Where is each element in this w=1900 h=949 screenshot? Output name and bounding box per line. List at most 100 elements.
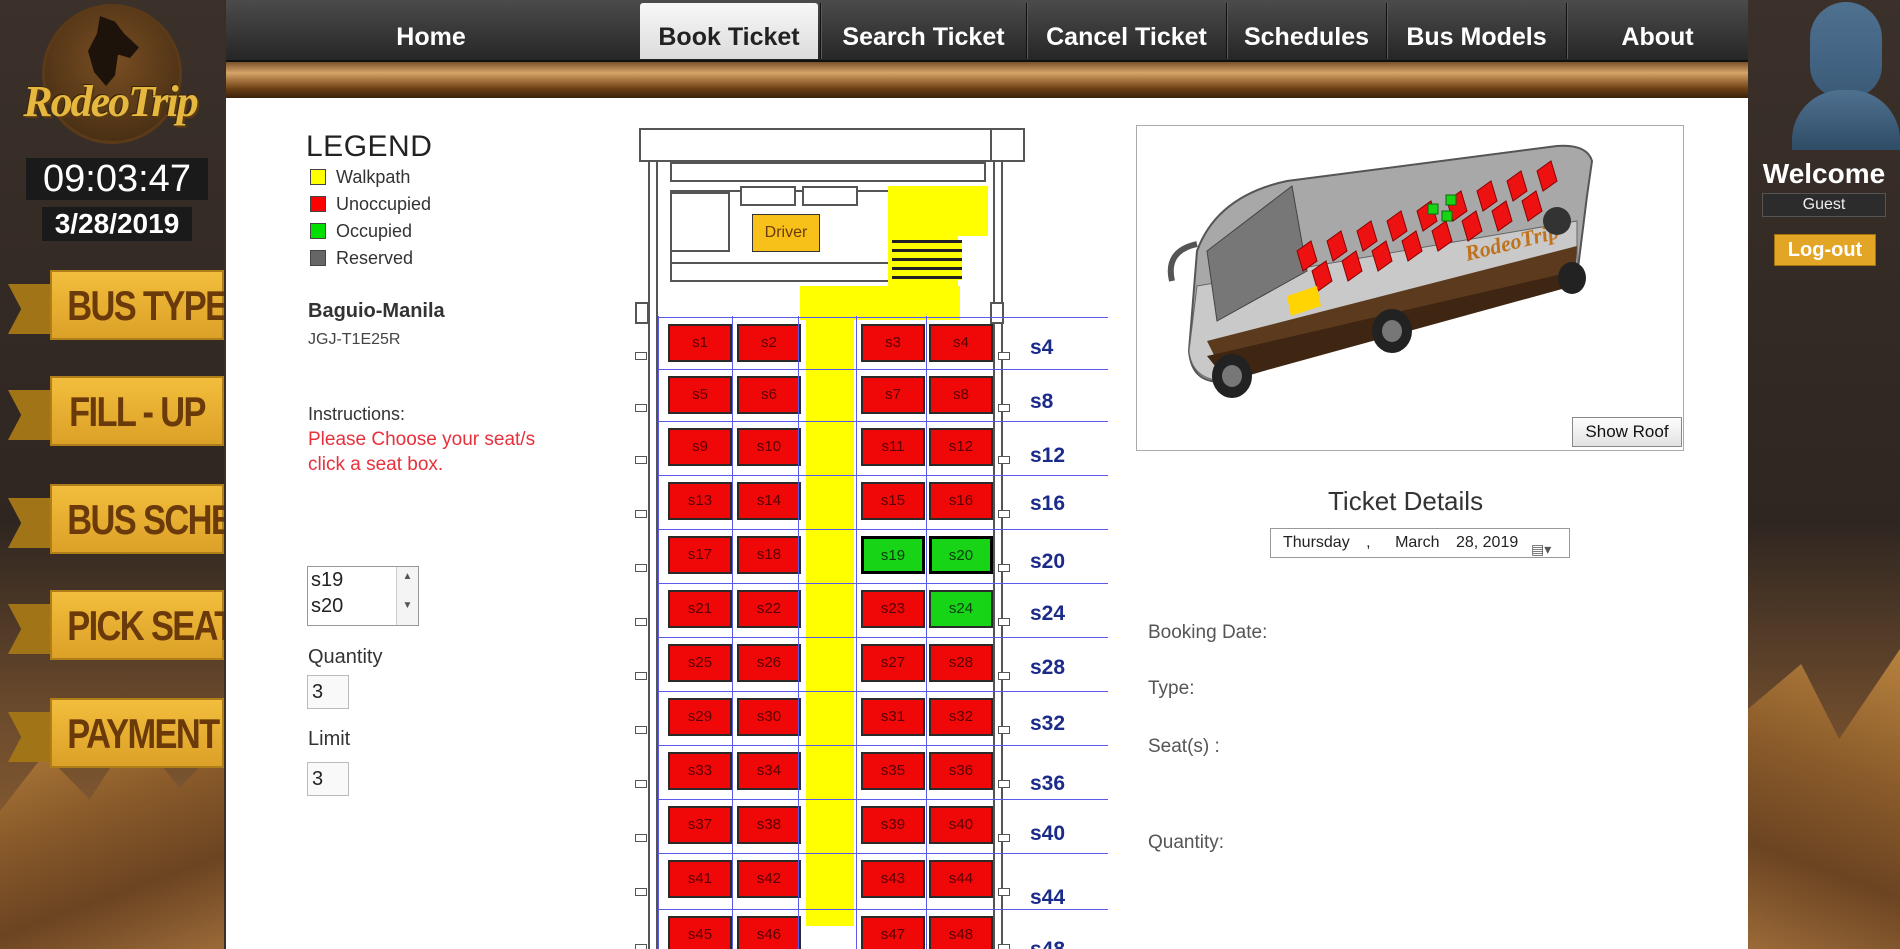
grid-line [732,316,733,949]
seat-s41[interactable]: s41 [668,860,732,898]
seat-s45[interactable]: s45 [668,916,732,949]
seat-s36[interactable]: s36 [929,752,993,790]
seat-s25[interactable]: s25 [668,644,732,682]
walkpath-swatch [310,169,326,185]
driver-rail [670,262,904,282]
show-roof-button[interactable]: Show Roof [1572,417,1682,447]
tab-bus-models[interactable]: Bus Models [1386,3,1566,59]
instructions-label: Instructions: [308,404,406,424]
row-label: s36 [1030,772,1066,795]
row-label: s28 [1030,656,1066,679]
step-label: FILL - UP [69,388,206,435]
grid-line [658,475,1108,476]
seat-s26[interactable]: s26 [737,644,801,682]
tab-home[interactable]: Home [226,3,636,59]
tab-book-ticket[interactable]: Book Ticket [640,3,818,59]
grid-line [658,583,1108,584]
wall-peg [635,834,647,842]
seat-s27[interactable]: s27 [861,644,925,682]
seat-s13[interactable]: s13 [668,482,732,520]
seat-s12[interactable]: s12 [929,428,993,466]
step-payment[interactable]: PAYMENT [8,698,224,774]
seat-s32[interactable]: s32 [929,698,993,736]
seat-s11[interactable]: s11 [861,428,925,466]
seat-s3[interactable]: s3 [861,324,925,362]
date-picker[interactable]: Thursday , March 28, 2019 ▤▾ [1270,528,1570,558]
seat-s35[interactable]: s35 [861,752,925,790]
selected-seats-list[interactable]: s19 s20 ▲ ▼ [307,566,419,626]
step-pick-seats[interactable]: PICK SEATS [8,590,224,666]
calendar-dropdown-icon[interactable]: ▤▾ [1531,535,1561,557]
seat-s19[interactable]: s19 [861,536,925,574]
seat-s33[interactable]: s33 [668,752,732,790]
seat-s20[interactable]: s20 [929,536,993,574]
row-label: s48 [1030,938,1065,949]
seat-s46[interactable]: s46 [737,916,801,949]
seat-s10[interactable]: s10 [737,428,801,466]
seat-s2[interactable]: s2 [737,324,801,362]
seat-s30[interactable]: s30 [737,698,801,736]
seat-s47[interactable]: s47 [861,916,925,949]
seat-s40[interactable]: s40 [929,806,993,844]
user-avatar [1792,2,1900,150]
tab-cancel-ticket[interactable]: Cancel Ticket [1026,3,1226,59]
row-label: s8 [1030,390,1054,413]
bus-right-wall [993,162,1003,949]
seat-s18[interactable]: s18 [737,536,801,574]
seat-s9[interactable]: s9 [668,428,732,466]
seat-s29[interactable]: s29 [668,698,732,736]
grid-line [658,691,1108,692]
seat-s38[interactable]: s38 [737,806,801,844]
dashboard [670,162,986,182]
grid-line [658,745,1108,746]
wall-peg [635,456,647,464]
seat-s16[interactable]: s16 [929,482,993,520]
wall-peg [635,726,647,734]
step-bus-type[interactable]: BUS TYPE [8,270,224,346]
reserved-swatch [310,250,326,266]
scroll-up-icon[interactable]: ▲ [397,571,418,582]
wall-peg [998,564,1010,572]
logout-button[interactable]: Log-out [1774,234,1876,266]
seat-s39[interactable]: s39 [861,806,925,844]
seat-s15[interactable]: s15 [861,482,925,520]
scroll-down-icon[interactable]: ▼ [397,600,418,611]
row-label: s24 [1030,602,1066,625]
grid-line [658,369,1108,370]
row-label: s40 [1030,822,1066,845]
seat-s7[interactable]: s7 [861,376,925,414]
seat-s43[interactable]: s43 [861,860,925,898]
step-bus-sched[interactable]: BUS SCHED. [8,484,224,560]
seat-s5[interactable]: s5 [668,376,732,414]
legend-item-unoccupied: Unoccupied [310,194,431,214]
seat-s24[interactable]: s24 [929,590,993,628]
seat-s28[interactable]: s28 [929,644,993,682]
tab-about[interactable]: About [1566,3,1748,59]
grid-line [658,853,1108,854]
seat-s22[interactable]: s22 [737,590,801,628]
wall-peg [998,944,1010,949]
seat-s21[interactable]: s21 [668,590,732,628]
seat-s37[interactable]: s37 [668,806,732,844]
seat-s4[interactable]: s4 [929,324,993,362]
seat-s23[interactable]: s23 [861,590,925,628]
wall-peg [635,888,647,896]
seat-s42[interactable]: s42 [737,860,801,898]
seat-s8[interactable]: s8 [929,376,993,414]
tab-schedules[interactable]: Schedules [1226,3,1386,59]
wall-peg [635,510,647,518]
tab-search-ticket[interactable]: Search Ticket [820,3,1026,59]
wall-peg [635,352,647,360]
seat-s48[interactable]: s48 [929,916,993,949]
seat-s6[interactable]: s6 [737,376,801,414]
list-scrollbar[interactable]: ▲ ▼ [396,567,418,625]
seat-s44[interactable]: s44 [929,860,993,898]
seat-s34[interactable]: s34 [737,752,801,790]
seat-s1[interactable]: s1 [668,324,732,362]
walkpath-aisle [806,316,854,926]
seat-s17[interactable]: s17 [668,536,732,574]
seat-s14[interactable]: s14 [737,482,801,520]
step-fill-up[interactable]: FILL - UP [8,376,224,452]
seat-s31[interactable]: s31 [861,698,925,736]
ticket-details-title: Ticket Details [1328,486,1484,516]
